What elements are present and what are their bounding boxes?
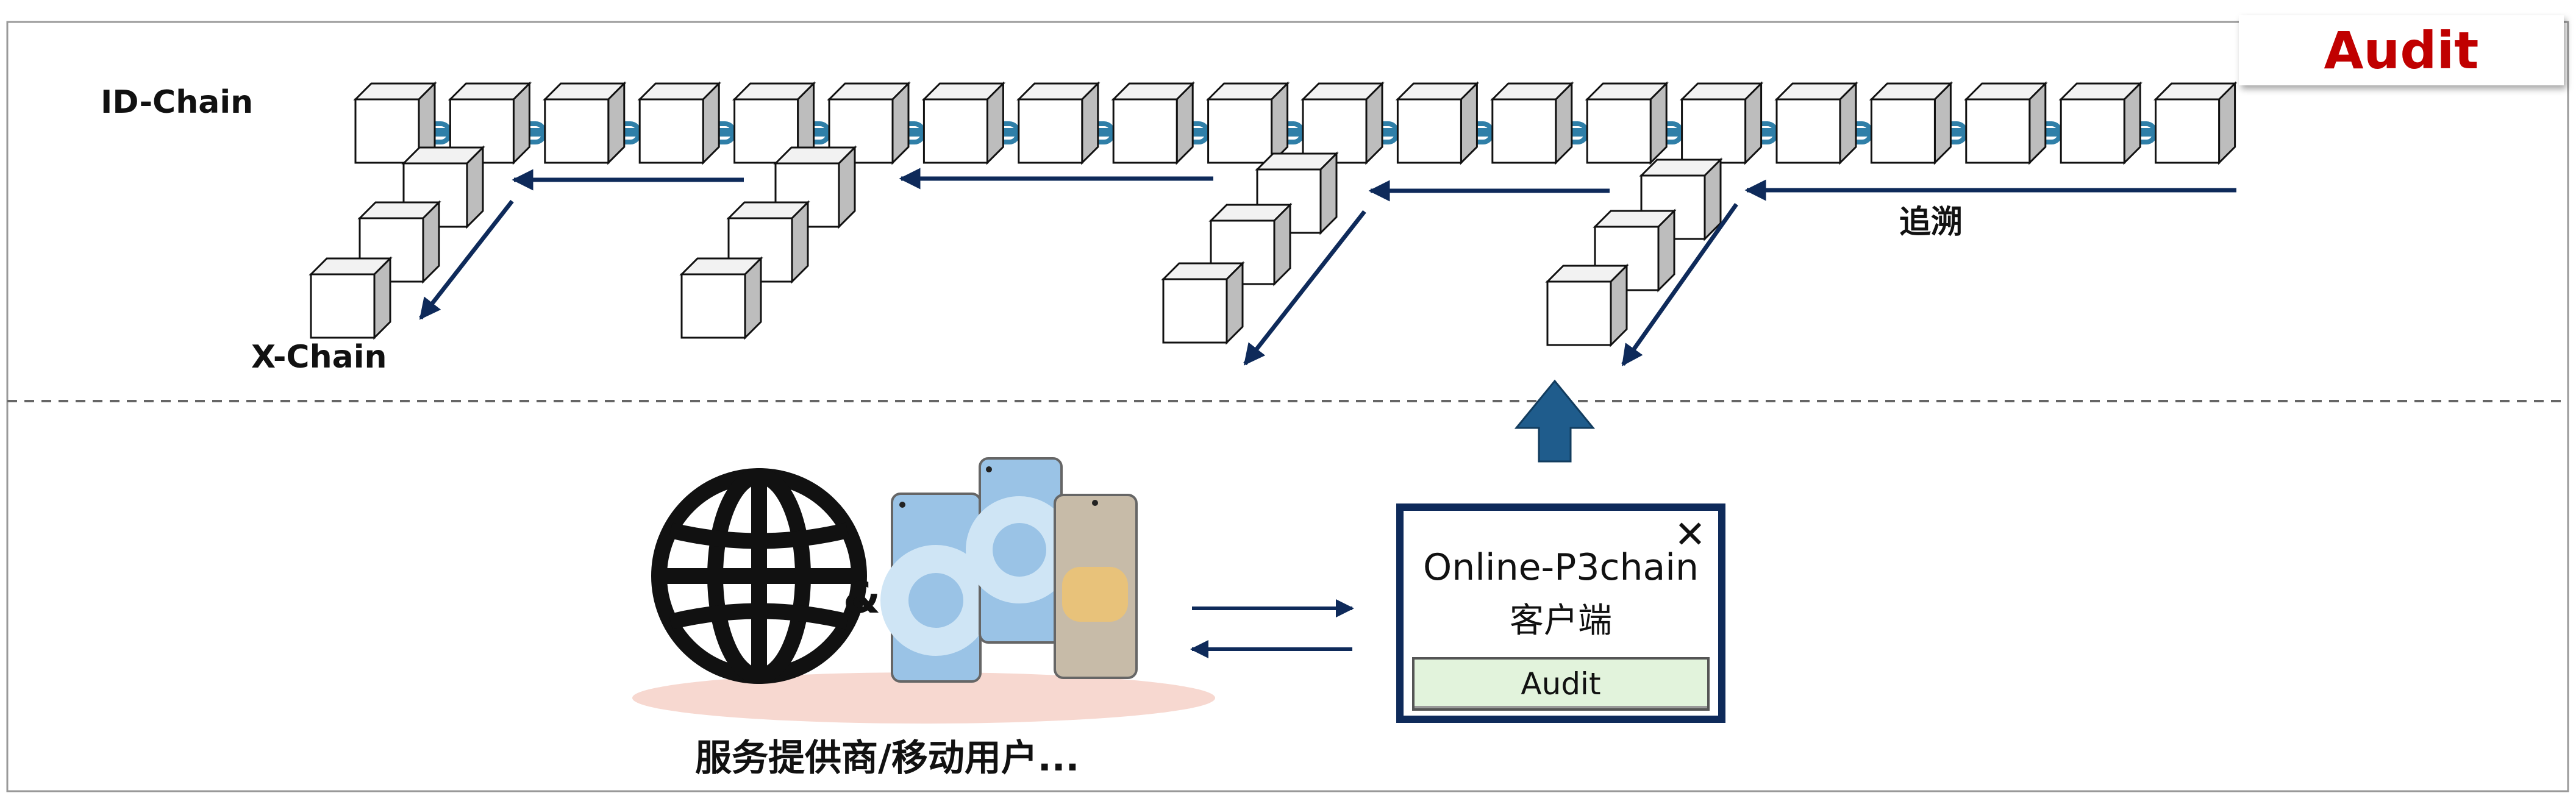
id-chain-block (543, 81, 627, 165)
upload-arrow-icon (1514, 379, 1596, 463)
id-chain-block (1111, 81, 1195, 165)
smartphone-icon (880, 457, 1138, 683)
client-window: ✕ Online-P3chain 客户端 Audit (1396, 503, 1725, 723)
phone-left (880, 493, 991, 683)
provider-caption: 服务提供商/移动用户... (695, 737, 1080, 780)
client-title: Online-P3chain (1422, 546, 1699, 589)
phone-middle (966, 457, 1073, 644)
exchange-arrows (1190, 599, 1354, 658)
id-chain-block (1490, 81, 1574, 165)
id-chain-block (1300, 81, 1385, 165)
audit-button[interactable]: Audit (1412, 657, 1710, 711)
client-subtitle: 客户端 (1510, 601, 1612, 641)
id-chain-block (1774, 81, 1858, 165)
x-chain-block (1545, 263, 1629, 347)
phone-right (1054, 494, 1138, 679)
x-chain-label: X-Chain (251, 339, 387, 375)
blockchain-diagram: & (6, 21, 2569, 792)
x-chain-block (309, 256, 393, 340)
id-chain-block (2058, 81, 2143, 165)
x-chain-block (679, 256, 763, 340)
id-chain-block (1869, 81, 1953, 165)
connector-ampersand: & (843, 573, 880, 623)
id-chain-block (2153, 81, 2238, 165)
id-chain-block (1964, 81, 2048, 165)
id-chain-label: ID-Chain (101, 84, 254, 121)
id-chain-block (1395, 81, 1480, 165)
id-chain-block (1205, 81, 1290, 165)
audit-badge: Audit (2239, 15, 2564, 85)
x-chain-block (1161, 261, 1245, 345)
id-chain-block (1585, 81, 1669, 165)
diagram-canvas: & ID-Chain X-Chain 追溯 Audit 服务提供商/移动用户..… (0, 0, 2576, 802)
globe-icon (651, 468, 867, 684)
id-chain-block (921, 81, 1006, 165)
id-chain-block (637, 81, 721, 165)
id-chain-block (1679, 81, 1764, 165)
id-chain-block (1016, 81, 1101, 165)
trace-label: 追溯 (1899, 204, 1963, 241)
